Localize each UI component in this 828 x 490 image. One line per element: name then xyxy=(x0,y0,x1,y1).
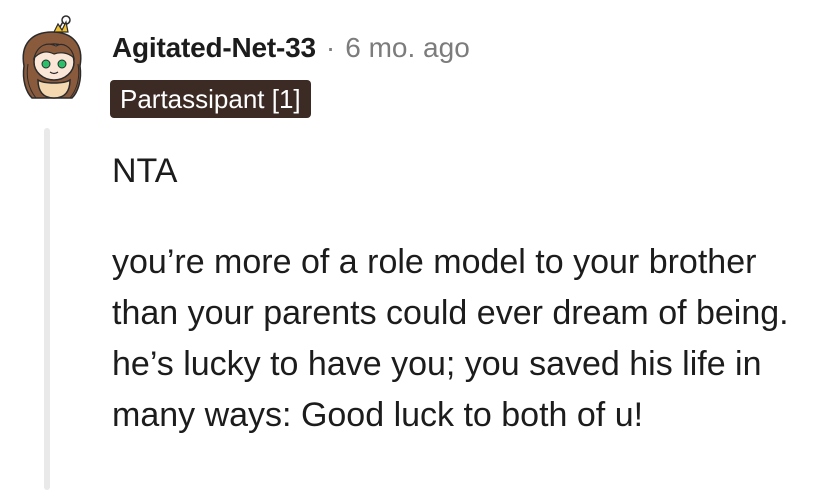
comment-body: NTA you’re more of a role model to your … xyxy=(112,146,818,441)
comment-paragraph: you’re more of a role model to your brot… xyxy=(112,243,789,434)
snoo-avatar-icon[interactable] xyxy=(14,14,90,104)
user-flair-badge: Partassipant [1] xyxy=(110,80,311,118)
comment-header: Agitated-Net-33 · 6 mo. ago xyxy=(112,28,470,68)
comment-paragraph: NTA xyxy=(112,152,178,190)
thread-line[interactable] xyxy=(44,128,50,490)
meta-separator: · xyxy=(325,32,336,63)
comment: Agitated-Net-33 · 6 mo. ago Partassipant… xyxy=(0,0,828,490)
timestamp-link[interactable]: 6 mo. ago xyxy=(345,32,470,64)
username-link[interactable]: Agitated-Net-33 xyxy=(112,32,316,64)
